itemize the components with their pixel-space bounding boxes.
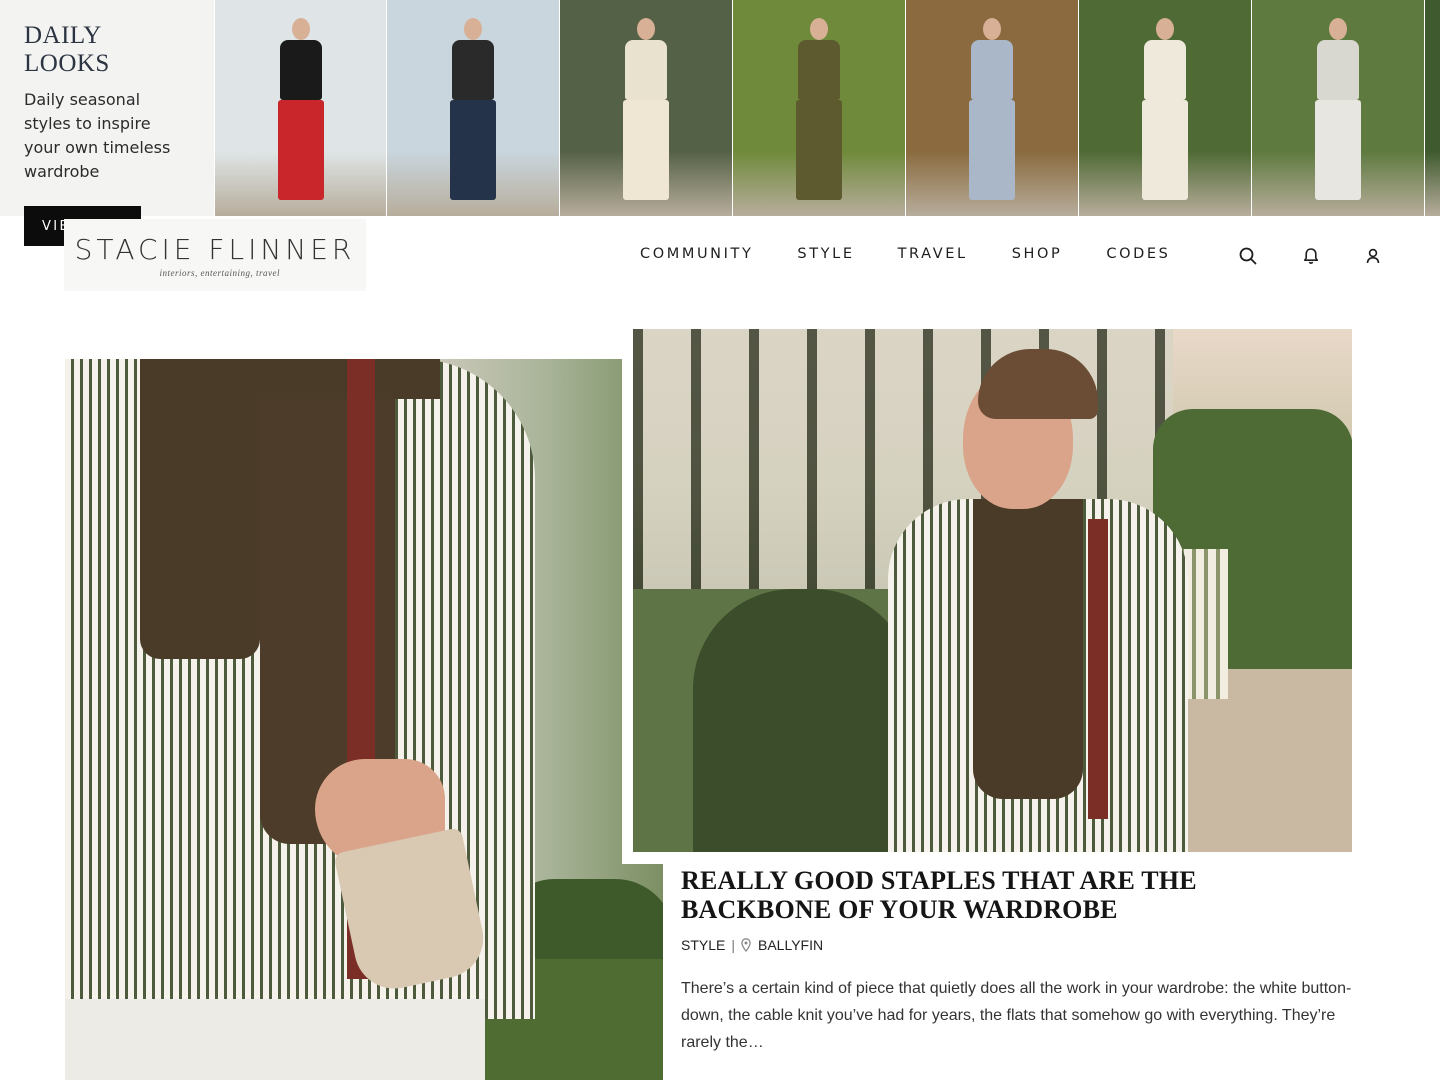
flowering-shrub xyxy=(693,589,913,852)
look-figure-bottom xyxy=(450,100,496,200)
look-figure xyxy=(1135,18,1195,208)
look-figure-head xyxy=(1156,18,1174,40)
nav-travel[interactable]: TRAVEL xyxy=(898,246,968,262)
look-figure-top xyxy=(452,40,494,100)
look-figure-top xyxy=(971,40,1013,100)
post-category[interactable]: STYLE xyxy=(681,937,725,953)
look-blue-print-pajamas[interactable] xyxy=(905,0,1078,216)
look-figure-top xyxy=(1317,40,1359,100)
bell-icon[interactable] xyxy=(1301,246,1321,266)
user-icon[interactable] xyxy=(1363,246,1383,266)
look-partial-green[interactable] xyxy=(1424,0,1440,216)
look-figure-bottom xyxy=(969,100,1015,200)
meta-separator: | xyxy=(731,937,735,953)
look-figure xyxy=(1308,18,1368,208)
look-figure-head xyxy=(1329,18,1347,40)
look-figure-head xyxy=(637,18,655,40)
look-figure-top xyxy=(279,40,322,100)
look-figure-bottom xyxy=(1142,100,1188,200)
daily-looks-intro: DAILY LOOKS Daily seasonal styles to ins… xyxy=(0,0,214,246)
search-icon[interactable] xyxy=(1238,246,1258,266)
look-figure xyxy=(271,18,331,208)
portrait-bag-strap xyxy=(1088,519,1108,819)
look-figure-bottom xyxy=(1315,100,1361,200)
look-figure-bottom xyxy=(277,100,324,200)
look-figure-head xyxy=(464,18,482,40)
post-meta: STYLE | BALLYFIN xyxy=(681,937,823,953)
post-location[interactable]: BALLYFIN xyxy=(758,937,823,953)
main-nav: COMMUNITY STYLE TRAVEL SHOP CODES xyxy=(640,246,1170,262)
look-figure-head xyxy=(810,18,828,40)
look-figure-head xyxy=(983,18,1001,40)
site-logo[interactable]: STACIE FLINNER interiors, entertaining, … xyxy=(64,219,366,291)
look-figure-top xyxy=(625,40,667,100)
post-title[interactable]: REALLY GOOD STAPLES THAT ARE THE BACKBON… xyxy=(681,866,1301,924)
look-figure xyxy=(962,18,1022,208)
white-skirt xyxy=(65,999,485,1080)
daily-looks-subtitle: Daily seasonal styles to inspire your ow… xyxy=(24,90,171,181)
logo-tagline: interiors, entertaining, travel xyxy=(159,267,280,278)
look-figure-head xyxy=(291,18,310,40)
look-figure xyxy=(616,18,676,208)
look-white-dress-garden[interactable] xyxy=(559,0,732,216)
look-olive-dress-picnic[interactable] xyxy=(732,0,905,216)
hero-portrait-photo[interactable] xyxy=(633,329,1352,852)
look-striped-halter-jeans[interactable] xyxy=(386,0,559,216)
logo-name: STACIE FLINNER xyxy=(74,232,356,266)
look-white-lace-dress[interactable] xyxy=(1078,0,1251,216)
nav-style[interactable]: STYLE xyxy=(797,246,854,262)
nav-codes[interactable]: CODES xyxy=(1106,246,1170,262)
portrait-sweater xyxy=(973,499,1083,799)
daily-looks-strip: DAILY LOOKS Daily seasonal styles to ins… xyxy=(0,0,1440,246)
hero-detail-photo[interactable] xyxy=(65,359,663,1080)
nav-shop[interactable]: SHOP xyxy=(1012,246,1063,262)
look-figure xyxy=(443,18,503,208)
look-figure-top xyxy=(1144,40,1186,100)
look-figure-bottom xyxy=(796,100,842,200)
daily-looks-title: DAILY LOOKS xyxy=(24,22,110,77)
look-figure xyxy=(789,18,849,208)
post-excerpt: There’s a certain kind of piece that qui… xyxy=(681,980,1352,1051)
look-stripe-shirt-sweater[interactable] xyxy=(1251,0,1424,216)
look-figure-bottom xyxy=(623,100,669,200)
sweater-sleeve-left xyxy=(140,359,260,659)
location-pin-icon xyxy=(741,938,751,953)
look-figure-top xyxy=(798,40,840,100)
sweater-collar xyxy=(140,359,440,399)
look-black-top-red-skirt[interactable] xyxy=(214,0,386,216)
nav-community[interactable]: COMMUNITY xyxy=(640,246,753,262)
